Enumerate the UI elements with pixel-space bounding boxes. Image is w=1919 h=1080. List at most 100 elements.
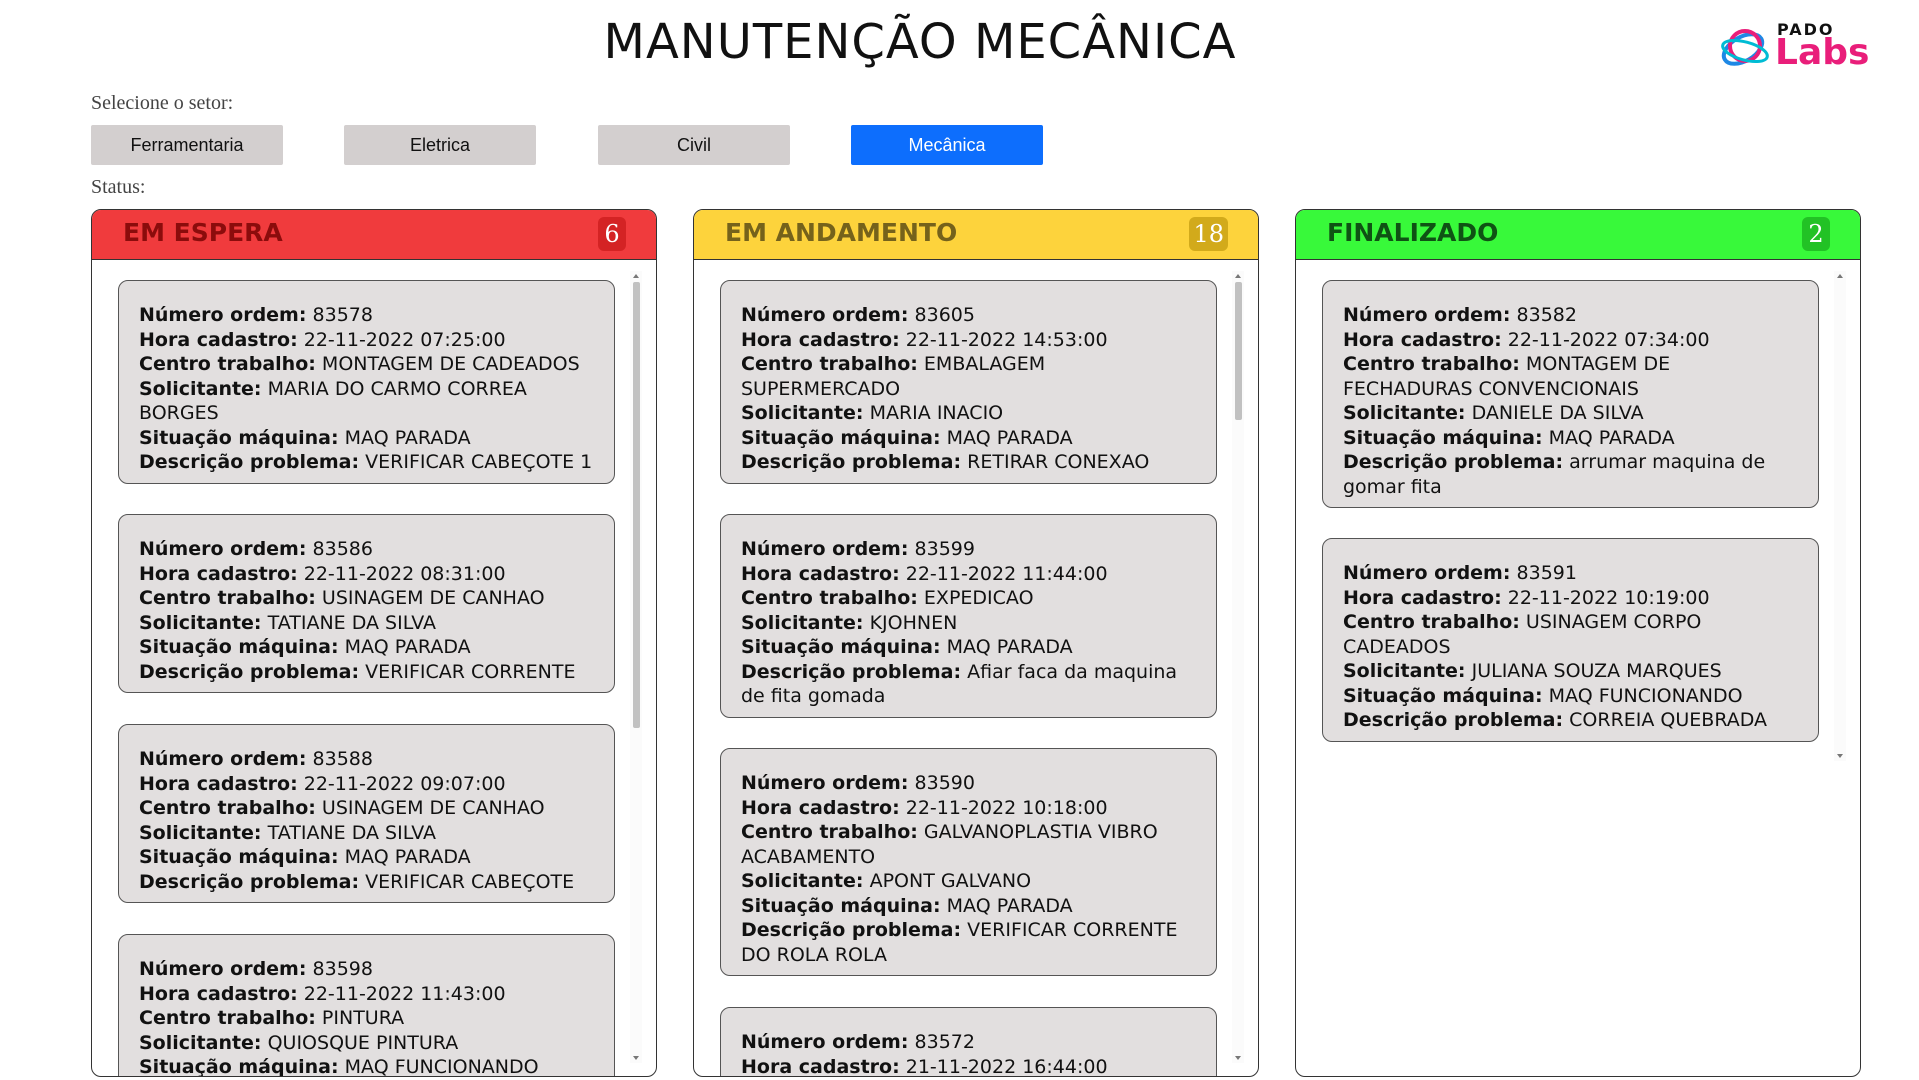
order-card[interactable]: Número ordem: 83598 Hora cadastro: 22-11…	[118, 934, 615, 1076]
order-card[interactable]: Número ordem: 83578 Hora cadastro: 22-11…	[118, 280, 615, 484]
sector-button-mecanica[interactable]: Mecânica	[851, 125, 1043, 165]
card-field: Descrição problema: VERIFICAR CORRENTE	[139, 660, 596, 685]
field-label: Solicitante:	[1343, 402, 1466, 424]
field-label: Descrição problema:	[1343, 451, 1564, 473]
scroll-up-icon[interactable]	[1837, 274, 1843, 278]
field-label: Solicitante:	[139, 611, 262, 634]
field-value: USINAGEM DE CANHAO	[321, 587, 545, 609]
field-label: Número ordem:	[1343, 304, 1511, 326]
field-label: Situação máquina:	[741, 636, 941, 658]
field-value: 22-11-2022 11:43:00	[303, 982, 506, 1005]
field-value: 22-11-2022 09:07:00	[303, 772, 506, 795]
sector-button-ferramentaria[interactable]: Ferramentaria	[91, 125, 283, 165]
column-title: EM ANDAMENTO	[725, 218, 958, 247]
field-label: Descrição problema:	[139, 660, 360, 683]
card-field: Solicitante: TATIANE DA SILVA	[139, 821, 596, 846]
field-value: DANIELE DA SILVA	[1471, 402, 1644, 424]
pado-labs-logo: PADO Labs	[1718, 18, 1869, 78]
field-label: Solicitante:	[1343, 660, 1466, 682]
field-value: 22-11-2022 07:25:00	[303, 328, 506, 351]
field-value: 83598	[312, 958, 373, 980]
column-count-badge: 18	[1189, 217, 1228, 251]
scrollbar-thumb[interactable]	[633, 282, 640, 728]
card-field: Solicitante: APONT GALVANO	[741, 869, 1198, 894]
field-label: Solicitante:	[741, 870, 864, 892]
scroll-up-icon[interactable]	[1235, 274, 1241, 278]
card-field: Centro trabalho: MONTAGEM DE FECHADURAS …	[1343, 352, 1800, 401]
card-list: Número ordem: 83578 Hora cadastro: 22-11…	[118, 280, 615, 1076]
scroll-down-icon[interactable]	[1235, 1056, 1241, 1060]
field-value: 83586	[312, 538, 373, 560]
order-card[interactable]: Número ordem: 83599 Hora cadastro: 22-11…	[720, 514, 1217, 718]
field-label: Centro trabalho:	[741, 821, 918, 843]
scrollbar-thumb[interactable]	[1235, 282, 1242, 420]
column-title: EM ESPERA	[123, 218, 283, 247]
field-label: Número ordem:	[741, 304, 909, 326]
column-title: FINALIZADO	[1327, 218, 1499, 247]
order-card[interactable]: Número ordem: 83590 Hora cadastro: 22-11…	[720, 748, 1217, 976]
card-field: Centro trabalho: USINAGEM DE CANHAO	[139, 586, 596, 611]
card-field: Situação máquina: MAQ PARADA	[139, 635, 596, 660]
sector-button-eletrica[interactable]: Eletrica	[344, 125, 536, 165]
field-value: QUIOSQUE PINTURA	[267, 1031, 459, 1054]
card-field: Situação máquina: MAQ PARADA	[139, 845, 596, 870]
field-label: Número ordem:	[139, 538, 307, 560]
field-label: Centro trabalho:	[741, 587, 918, 609]
order-card[interactable]: Número ordem: 83572 Hora cadastro: 21-11…	[720, 1007, 1217, 1076]
scrollbar[interactable]	[1232, 271, 1244, 1063]
card-field: Centro trabalho: GALVANOPLASTIA VIBRO AC…	[741, 820, 1198, 869]
field-label: Solicitante:	[139, 1031, 262, 1054]
scrollbar[interactable]	[630, 271, 642, 1063]
field-label: Descrição problema:	[139, 870, 360, 893]
card-field: Número ordem: 83572	[741, 1030, 1198, 1055]
card-field: Centro trabalho: MONTAGEM DE CADEADOS	[139, 352, 596, 377]
card-list: Número ordem: 83582 Hora cadastro: 22-11…	[1322, 280, 1819, 1076]
order-card[interactable]: Número ordem: 83605 Hora cadastro: 22-11…	[720, 280, 1217, 484]
card-field: Descrição problema: VERIFICAR CORRENTE D…	[741, 918, 1198, 967]
column-header: EM ANDAMENTO 18	[694, 210, 1258, 260]
order-card[interactable]: Número ordem: 83591 Hora cadastro: 22-11…	[1322, 538, 1819, 742]
field-label: Descrição problema:	[741, 451, 962, 473]
field-value: 83572	[914, 1031, 975, 1053]
card-field: Número ordem: 83588	[139, 747, 596, 772]
field-label: Descrição problema:	[139, 451, 360, 473]
field-value: 22-11-2022 07:34:00	[1507, 328, 1710, 351]
order-card[interactable]: Número ordem: 83582 Hora cadastro: 22-11…	[1322, 280, 1819, 508]
scrollbar[interactable]	[1834, 271, 1846, 761]
field-value: JULIANA SOUZA MARQUES	[1471, 660, 1722, 682]
column-em-espera: EM ESPERA 6 Número ordem: 83578 Hora cad…	[91, 209, 657, 1077]
field-value: MAQ PARADA	[946, 894, 1073, 917]
card-field: Situação máquina: MAQ PARADA	[139, 426, 596, 451]
card-field: Situação máquina: MAQ FUNCIONANDO	[1343, 684, 1800, 709]
card-field: Número ordem: 83586	[139, 537, 596, 562]
card-field: Situação máquina: MAQ PARADA	[741, 894, 1198, 919]
field-value: APONT GALVANO	[869, 870, 1032, 892]
field-value: MAQ PARADA	[1548, 426, 1675, 449]
field-label: Centro trabalho:	[1343, 353, 1520, 375]
order-card[interactable]: Número ordem: 83586 Hora cadastro: 22-11…	[118, 514, 615, 693]
scroll-down-icon[interactable]	[633, 1056, 639, 1060]
card-field: Solicitante: KJOHNEN	[741, 611, 1198, 636]
column-header: EM ESPERA 6	[92, 210, 656, 260]
field-label: Número ordem:	[741, 538, 909, 560]
scroll-down-icon[interactable]	[1837, 754, 1843, 758]
field-label: Número ordem:	[1343, 562, 1511, 584]
card-field: Descrição problema: VERIFICAR CABEÇOTE 1	[139, 450, 596, 475]
sector-button-civil[interactable]: Civil	[598, 125, 790, 165]
card-field: Centro trabalho: EXPEDICAO	[741, 586, 1198, 611]
field-label: Situação máquina:	[139, 636, 339, 658]
field-label: Número ordem:	[139, 748, 307, 770]
field-label: Hora cadastro:	[139, 562, 298, 585]
order-card[interactable]: Número ordem: 83588 Hora cadastro: 22-11…	[118, 724, 615, 903]
card-field: Centro trabalho: EMBALAGEM SUPERMERCADO	[741, 352, 1198, 401]
scroll-up-icon[interactable]	[633, 274, 639, 278]
card-field: Hora cadastro: 22-11-2022 07:34:00	[1343, 328, 1800, 353]
field-label: Solicitante:	[139, 821, 262, 844]
field-value: MONTAGEM DE CADEADOS	[321, 353, 580, 375]
field-value: TATIANE DA SILVA	[267, 611, 436, 634]
field-label: Descrição problema:	[741, 919, 962, 941]
field-label: Hora cadastro:	[139, 982, 298, 1005]
status-label: Status:	[91, 176, 146, 198]
field-value: PINTURA	[321, 1007, 405, 1029]
field-value: 83578	[312, 304, 373, 326]
